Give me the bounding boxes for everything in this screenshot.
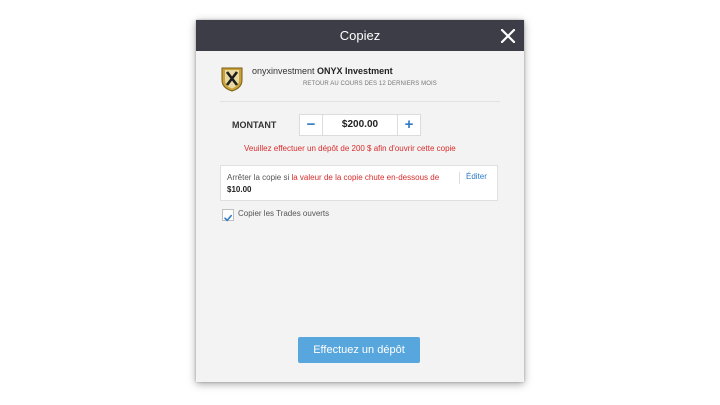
make-deposit-button[interactable]: Effectuez un dépôt xyxy=(298,337,420,363)
dialog-header: Copiez xyxy=(196,20,524,51)
stop-loss-box: Arrêter la copie si la valeur de la copi… xyxy=(220,165,498,201)
amount-label: MONTANT xyxy=(232,120,277,130)
close-button[interactable] xyxy=(498,26,518,46)
close-icon xyxy=(500,28,516,44)
stop-loss-condition: la valeur de la copie chute en-dessous d… xyxy=(291,173,440,182)
copy-open-trades-label[interactable]: Copier les Trades ouverts xyxy=(238,209,329,218)
copy-open-trades-checkbox[interactable] xyxy=(222,209,234,222)
copy-dialog: Copiez onyxinvestment ONYX Investment RE… xyxy=(196,20,524,382)
decrease-amount-button[interactable]: − xyxy=(300,115,323,135)
separator xyxy=(459,172,460,184)
avatar[interactable] xyxy=(220,66,244,92)
stop-loss-prefix: Arrêter la copie si xyxy=(227,173,290,182)
stop-loss-value: $10.00 xyxy=(227,185,252,194)
increase-amount-button[interactable]: + xyxy=(397,115,420,135)
amount-input[interactable]: $200.00 xyxy=(322,115,398,135)
edit-stop-loss-link[interactable]: Éditer xyxy=(466,172,487,181)
trader-username[interactable]: onyxinvestment xyxy=(252,66,315,76)
trader-info: onyxinvestment ONYX Investment RETOUR AU… xyxy=(220,66,500,112)
stop-loss-text: Arrêter la copie si la valeur de la copi… xyxy=(227,172,459,196)
divider xyxy=(220,101,500,102)
trader-name: onyxinvestment ONYX Investment xyxy=(252,66,393,76)
trader-display-name: ONYX Investment xyxy=(317,66,393,76)
amount-stepper: − $200.00 + xyxy=(299,114,421,136)
dialog-title: Copiez xyxy=(339,28,381,43)
onyx-logo-icon xyxy=(221,67,243,92)
checkmark-icon xyxy=(224,214,232,222)
deposit-warning: Veuillez effectuer un dépôt de 200 $ afi… xyxy=(244,144,456,153)
trader-performance-label: RETOUR AU COURS DES 12 DERNIERS MOIS xyxy=(303,81,437,87)
